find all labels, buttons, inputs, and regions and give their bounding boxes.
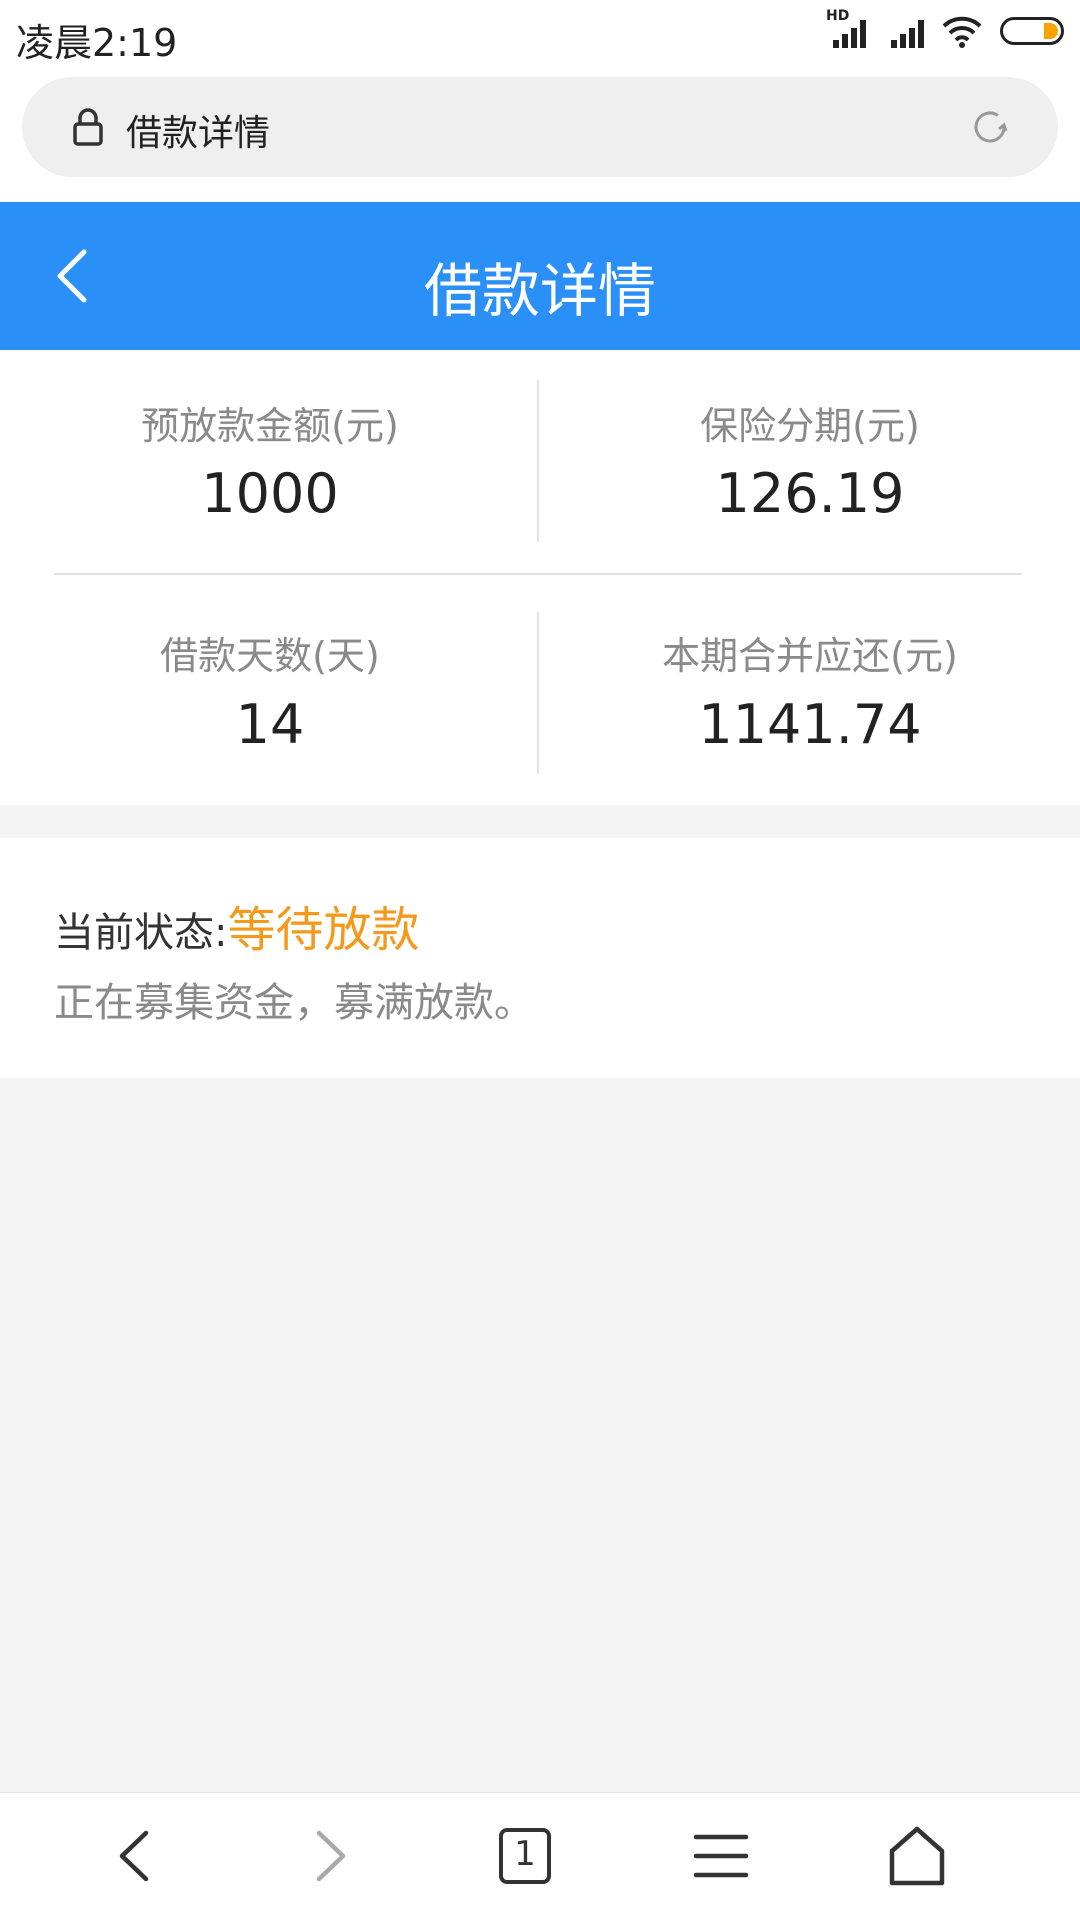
stat-label-insurance: 保险分期(元)	[700, 404, 920, 448]
status-label: 当前状态:	[54, 910, 228, 956]
stat-value-loan-amount: 1000	[201, 462, 339, 525]
home-icon[interactable]	[882, 1821, 952, 1891]
page-title: 借款详情	[423, 257, 656, 325]
status-value: 等待放款	[227, 902, 420, 958]
loan-stats-card: 预放款金额(元) 1000 保险分期(元) 126.19 借款天数(天) 14 …	[0, 350, 1080, 805]
lock-icon	[73, 108, 103, 146]
stat-value-total-due: 1141.74	[698, 693, 922, 756]
loan-status-section: 当前状态:等待放款 正在募集资金，募满放款。	[0, 838, 1080, 1078]
divider-vertical	[537, 380, 539, 542]
stat-value-loan-days: 14	[235, 693, 305, 756]
page-header: 借款详情	[0, 202, 1080, 350]
back-arrow-icon[interactable]	[100, 1821, 170, 1891]
battery-icon	[1000, 17, 1064, 45]
wifi-icon	[942, 16, 982, 48]
stat-label-loan-amount: 预放款金额(元)	[141, 404, 399, 448]
tabs-button[interactable]: 1	[490, 1821, 560, 1891]
status-time: 凌晨2:19	[16, 21, 178, 65]
status-line: 当前状态:等待放款	[54, 890, 420, 960]
divider-vertical	[537, 612, 539, 774]
divider-horizontal	[54, 573, 1022, 575]
status-description: 正在募集资金，募满放款。	[54, 980, 534, 1026]
status-bar: 凌晨2:19 HD	[0, 0, 1080, 70]
hd-signal-icon: HD	[826, 8, 866, 48]
stat-value-insurance: 126.19	[715, 462, 905, 525]
browser-toolbar: 借款详情	[0, 70, 1080, 202]
stat-label-total-due: 本期合并应还(元)	[662, 634, 958, 678]
browser-bottom-nav: 1	[0, 1792, 1080, 1920]
tab-count: 1	[514, 1834, 536, 1874]
status-icons: HD	[826, 8, 1064, 48]
screen: 凌晨2:19 HD 借款详情 借款详情 预放款金额(元) 1000 保险分期(元…	[0, 0, 1080, 1920]
stat-label-loan-days: 借款天数(天)	[160, 634, 380, 678]
menu-icon[interactable]	[686, 1821, 756, 1891]
signal-icon	[884, 14, 924, 48]
address-bar[interactable]: 借款详情	[22, 77, 1058, 177]
forward-arrow-icon[interactable]	[295, 1821, 365, 1891]
address-text: 借款详情	[126, 113, 271, 154]
reload-icon[interactable]	[970, 107, 1010, 147]
